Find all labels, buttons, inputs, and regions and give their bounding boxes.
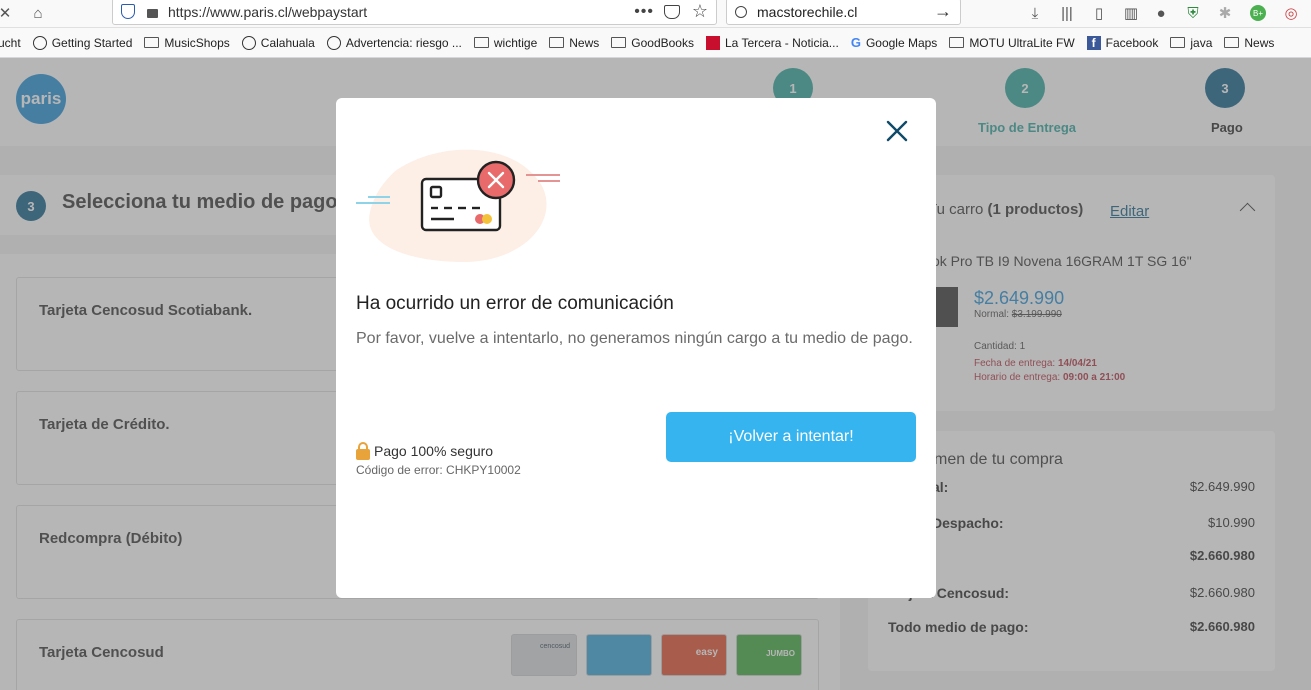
sidebar-icon[interactable]: ▯ (1088, 2, 1110, 24)
ext-badge-icon[interactable]: B+ (1247, 2, 1269, 24)
bookmark-label: News (569, 35, 600, 50)
pocket-icon[interactable] (664, 4, 680, 19)
bookmark-label: Facebook (1105, 35, 1159, 50)
search-bar[interactable]: macstorechile.cl → (726, 0, 961, 25)
facebook-icon: f (1086, 35, 1101, 50)
bookmark-item[interactable]: News (1224, 36, 1274, 50)
bookmark-label: Advertencia: riesgo ... (345, 35, 462, 50)
extensions-icon[interactable]: ▥ (1120, 2, 1142, 24)
more-icon[interactable]: ••• (634, 3, 654, 21)
bookmark-label: News (1244, 35, 1275, 50)
bookmark-label: Google Maps (865, 35, 938, 50)
folder-icon (473, 37, 489, 48)
close-icon[interactable] (882, 116, 912, 146)
bookmark-label: MOTU UltraLite FW (969, 35, 1075, 50)
modal-description: Por favor, vuelve a intentarlo, no gener… (356, 330, 913, 347)
download-icon[interactable]: ⤓ (1024, 2, 1046, 24)
star-icon[interactable]: ☆ (692, 1, 708, 22)
bookmark-label: java (1190, 35, 1213, 50)
bookmark-label: wichtige (493, 35, 538, 50)
bookmark-label: La Tercera - Noticia... (724, 35, 839, 50)
retry-button[interactable]: ¡Volver a intentar! (666, 412, 916, 462)
bookmark-item[interactable]: Calahuala (241, 35, 315, 50)
close-tab-icon[interactable]: ✕ (0, 2, 16, 24)
search-icon (735, 5, 747, 18)
folder-icon (144, 37, 160, 48)
bookmark-label: MusicShops (164, 35, 230, 50)
error-modal: Ha ocurrido un error de comunicación Por… (336, 98, 936, 598)
card-error-illustration (356, 149, 560, 262)
bookmarks-bar: ucht Getting Started MusicShops Calahuala Ad… (0, 28, 1311, 58)
globe-icon (241, 35, 256, 50)
url-bar[interactable]: https://www.paris.cl/webpaystart ••• ☆ (112, 0, 717, 25)
ext-eyes-icon[interactable]: ◎ (1280, 2, 1302, 24)
modal-title: Ha ocurrido un error de comunicación (356, 293, 674, 314)
search-go-icon[interactable]: → (934, 1, 952, 22)
globe-icon (326, 35, 341, 50)
folder-icon (611, 37, 627, 48)
search-input[interactable]: macstorechile.cl (757, 4, 857, 20)
folder-icon (1224, 37, 1240, 48)
folder-icon (549, 37, 565, 48)
bookmark-item[interactable]: Getting Started (32, 35, 133, 50)
bookmark-item[interactable]: MusicShops (144, 35, 230, 50)
bookmark-item[interactable]: java (1170, 36, 1212, 50)
bookmark-label: GoodBooks (631, 35, 694, 50)
library-icon[interactable]: ||| (1056, 2, 1078, 24)
bookmark-item[interactable]: La Tercera - Noticia... (705, 35, 839, 50)
account-icon[interactable]: ● (1150, 2, 1172, 24)
folder-icon (1170, 37, 1186, 48)
url-text[interactable]: https://www.paris.cl/webpaystart (168, 4, 367, 20)
bookmark-item[interactable]: MOTU UltraLite FW (949, 35, 1075, 50)
browser-toolbar: ✕ ⌂ https://www.paris.cl/webpaystart •••… (0, 0, 1311, 28)
secure-payment-note: Pago 100% seguro (356, 442, 493, 460)
lock-icon (356, 442, 370, 460)
lock-icon[interactable] (147, 9, 158, 18)
bookmark-label: Getting Started (51, 35, 133, 50)
google-icon: G (850, 35, 861, 50)
la-tercera-icon (705, 35, 720, 50)
secure-label: Pago 100% seguro (374, 443, 494, 459)
error-code: Código de error: CHKPY10002 (356, 463, 521, 477)
bookmark-item[interactable]: wichtige (473, 35, 538, 50)
globe-icon (32, 35, 47, 50)
folder-icon (949, 37, 965, 48)
shield-ext-icon[interactable]: ⛨ (1182, 2, 1204, 24)
bookmark-label: ucht (0, 35, 21, 50)
ext-puzzle-icon[interactable]: ✱ (1214, 2, 1236, 24)
bookmark-item[interactable]: G Google Maps (851, 35, 938, 50)
bookmark-item[interactable]: GoodBooks (611, 36, 694, 50)
shield-icon[interactable] (121, 4, 135, 19)
bookmark-label: Calahuala (260, 35, 315, 50)
bookmark-item[interactable]: Advertencia: riesgo ... (326, 35, 462, 50)
bookmark-item[interactable]: ucht (0, 36, 21, 50)
bookmark-item[interactable]: News (549, 36, 599, 50)
home-icon[interactable]: ⌂ (27, 2, 49, 24)
bookmark-item[interactable]: f Facebook (1086, 35, 1159, 50)
